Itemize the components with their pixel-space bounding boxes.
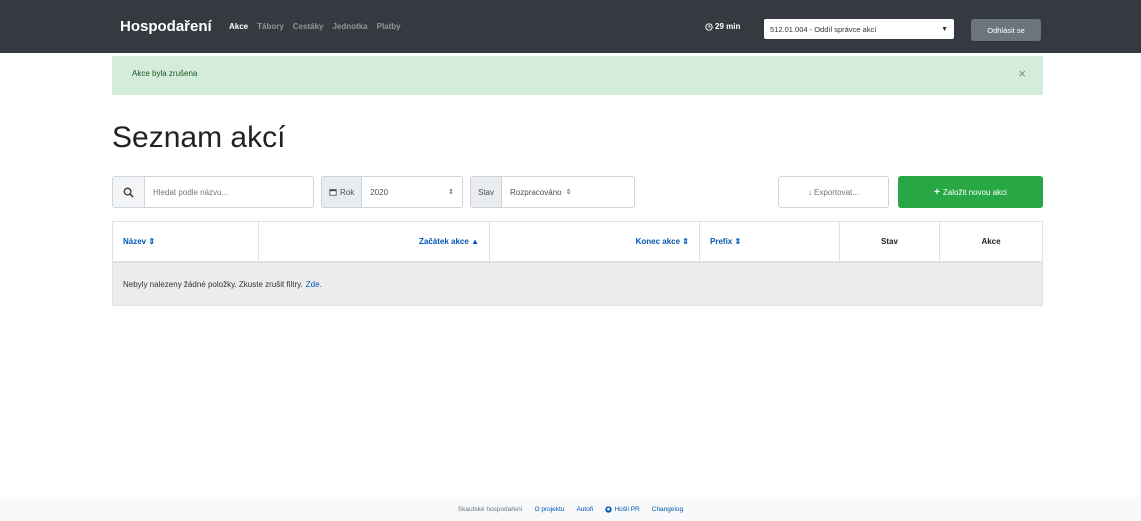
events-table: Název ⇕ Začátek akce ▲ Konec akce ⇕ Pref… [112, 221, 1043, 306]
search-input[interactable] [145, 177, 305, 207]
caret-down-icon: ▼ [941, 25, 948, 33]
plus-icon: + [934, 186, 940, 198]
close-icon[interactable]: × [1018, 66, 1026, 81]
column-header-start[interactable]: Začátek akce ▲ [259, 222, 490, 261]
alert-message: Akce byla zrušena [132, 69, 198, 78]
status-select-value: Rozpracováno [510, 187, 562, 197]
session-timer: 29 min [705, 22, 740, 31]
status-filter: Stav Rozpracováno ⇕ [470, 176, 635, 208]
nav-link-akce[interactable]: Akce [229, 22, 248, 31]
footer-link-pr[interactable]: Hošli PR [605, 505, 640, 513]
reset-filters-link[interactable]: Zde. [306, 280, 322, 289]
column-header-name[interactable]: Název ⇕ [113, 222, 259, 261]
logout-button[interactable]: Odhlásit se [971, 19, 1041, 41]
footer-link-changelog[interactable]: Changelog [652, 506, 683, 513]
page-title: Seznam akcí [112, 121, 286, 154]
sort-icon: ⇕ [734, 237, 742, 246]
footer-link-authors[interactable]: Autoři [576, 506, 593, 513]
nav-link-cestaky[interactable]: Cestáky [293, 22, 324, 31]
search-icon [123, 187, 134, 198]
year-filter-label-group: Rok [322, 177, 363, 207]
new-event-button-label: Založit novou akci [942, 187, 1007, 197]
column-header-status: Stav [840, 222, 940, 261]
unit-select[interactable]: 512.01.004 - Oddíl správce akcí ▼ [764, 19, 954, 39]
clock-icon [705, 22, 713, 31]
column-header-end[interactable]: Konec akce ⇕ [490, 222, 700, 261]
search-addon [113, 177, 145, 207]
footer-link-pr-label: Hošli PR [614, 505, 640, 513]
column-header-label: Začátek akce [419, 237, 469, 246]
export-button[interactable]: ↓ Exportovat... [778, 176, 889, 208]
sort-icon: ⇕ [682, 237, 689, 246]
footer-text: Skautské hospodaření [457, 505, 523, 513]
nav-link-tabory[interactable]: Tábory [257, 22, 284, 31]
year-filter-label: Rok [340, 187, 355, 197]
year-select-value: 2020 [370, 187, 389, 197]
new-event-button[interactable]: + Založit novou akci [898, 176, 1043, 208]
top-navbar: Hospodaření Akce Tábory Cestáky Jednotka… [0, 0, 1141, 53]
brand-link[interactable]: Hospodaření [120, 18, 212, 35]
status-filter-label: Stav [471, 177, 503, 207]
nav-link-jednotka[interactable]: Jednotka [332, 22, 367, 31]
column-header-prefix[interactable]: Prefix ⇕ [700, 222, 840, 261]
nav-link-platby[interactable]: Platby [377, 22, 401, 31]
year-filter: Rok 2020 ⇕ [321, 176, 463, 208]
status-select[interactable]: Rozpracováno ⇕ [502, 177, 634, 207]
github-icon [605, 505, 613, 513]
sort-asc-icon: ▲ [471, 237, 479, 246]
sort-icon: ⇕ [565, 189, 572, 196]
success-alert: Akce byla zrušena × [112, 56, 1043, 95]
year-select[interactable]: 2020 ⇕ [362, 177, 462, 207]
column-header-actions: Akce [981, 237, 1001, 246]
column-header-label: Název [123, 237, 147, 246]
sort-icon: ⇕ [448, 189, 454, 196]
column-header-label: Konec akce [635, 237, 681, 246]
sort-icon: ⇕ [148, 237, 156, 246]
unit-select-value: 512.01.004 - Oddíl správce akcí [770, 24, 877, 34]
empty-message: Nebyly nalezeny žádné položky. Zkuste zr… [123, 279, 303, 289]
footer: Skautské hospodaření O projektu Autoři H… [0, 497, 1141, 521]
timer-value: 29 min [715, 22, 741, 31]
main-nav: Akce Tábory Cestáky Jednotka Platby [229, 22, 401, 31]
search-group [112, 176, 314, 208]
table-header: Název ⇕ Začátek akce ▲ Konec akce ⇕ Pref… [112, 221, 1043, 263]
export-button-label: Exportovat... [814, 187, 859, 197]
calendar-icon [329, 189, 337, 196]
footer-link-about[interactable]: O projektu [534, 506, 564, 513]
download-icon: ↓ [808, 187, 813, 197]
empty-row: Nebyly nalezeny žádné položky. Zkuste zr… [112, 263, 1043, 306]
column-header-label: Prefix [710, 237, 733, 246]
